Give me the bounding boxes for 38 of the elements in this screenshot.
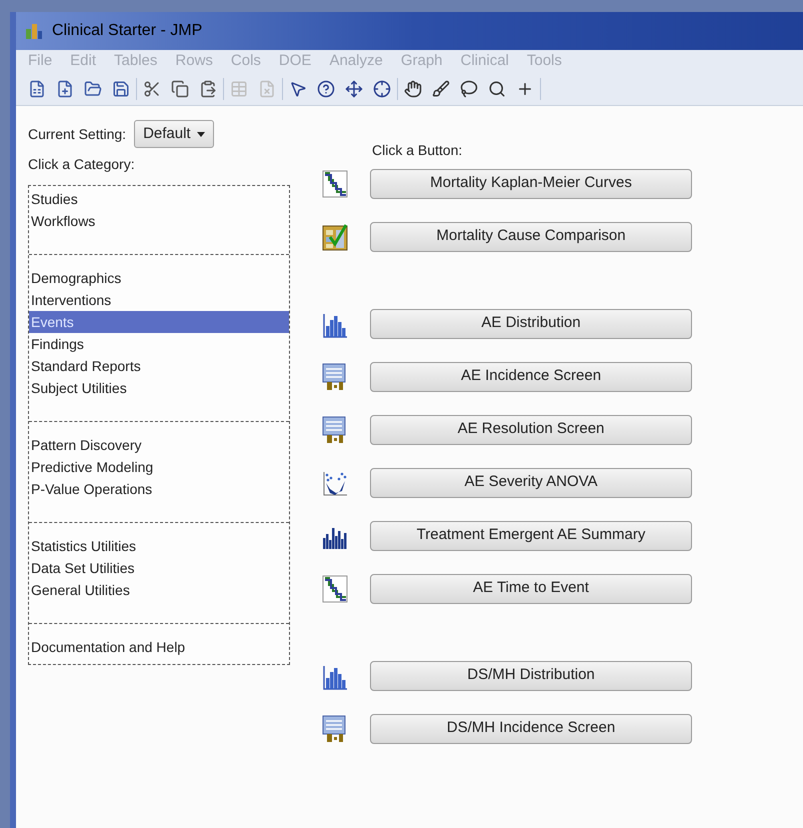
data-table-icon bbox=[322, 362, 348, 390]
step-curve-icon bbox=[322, 574, 348, 602]
action-button[interactable]: AE Resolution Screen bbox=[370, 414, 692, 444]
action-button[interactable]: Mortality Cause Comparison bbox=[370, 222, 692, 252]
setting-dropdown[interactable]: Default bbox=[134, 120, 214, 148]
action-button[interactable]: Treatment Emergent AE Summary bbox=[370, 520, 692, 550]
window-title: Clinical Starter - JMP bbox=[52, 21, 202, 41]
button-heading: Click a Button: bbox=[372, 141, 464, 160]
action-button[interactable]: Mortality Kaplan-Meier Curves bbox=[370, 168, 692, 198]
action-button[interactable]: DS/MH Distribution bbox=[370, 660, 692, 690]
category-item[interactable]: Statistics Utilities bbox=[29, 535, 289, 557]
action-button[interactable]: AE Incidence Screen bbox=[370, 362, 692, 392]
category-item[interactable]: Standard Reports bbox=[29, 355, 289, 377]
category-item[interactable]: Workflows bbox=[29, 210, 289, 232]
category-item[interactable]: Subject Utilities bbox=[29, 377, 289, 399]
category-item[interactable]: Documentation and Help bbox=[29, 636, 289, 658]
category-item[interactable]: Demographics bbox=[29, 267, 289, 289]
category-item[interactable]: General Utilities bbox=[29, 579, 289, 601]
action-button[interactable]: DS/MH Incidence Screen bbox=[370, 714, 692, 744]
app-icon bbox=[24, 21, 44, 41]
caret-icon bbox=[196, 132, 205, 136]
category-item[interactable]: Predictive Modeling bbox=[29, 456, 289, 478]
checklist-icon bbox=[322, 222, 348, 250]
action-button[interactable]: AE Distribution bbox=[370, 308, 692, 338]
category-item[interactable]: Findings bbox=[29, 333, 289, 355]
data-table-icon bbox=[322, 416, 348, 444]
category-heading: Click a Category: bbox=[28, 155, 136, 174]
data-table-icon bbox=[322, 714, 348, 742]
action-button[interactable]: AE Severity ANOVA bbox=[370, 468, 692, 498]
category-item[interactable]: Events bbox=[29, 311, 289, 333]
step-curve-icon bbox=[322, 170, 348, 198]
action-button[interactable]: AE Time to Event bbox=[370, 574, 692, 604]
category-item[interactable]: P-Value Operations bbox=[29, 478, 289, 500]
setting-label: Current Setting: bbox=[28, 124, 126, 144]
category-item[interactable]: Data Set Utilities bbox=[29, 557, 289, 579]
category-item[interactable]: Interventions bbox=[29, 289, 289, 311]
category-item[interactable]: Pattern Discovery bbox=[29, 434, 289, 456]
category-item[interactable]: Studies bbox=[29, 188, 289, 210]
